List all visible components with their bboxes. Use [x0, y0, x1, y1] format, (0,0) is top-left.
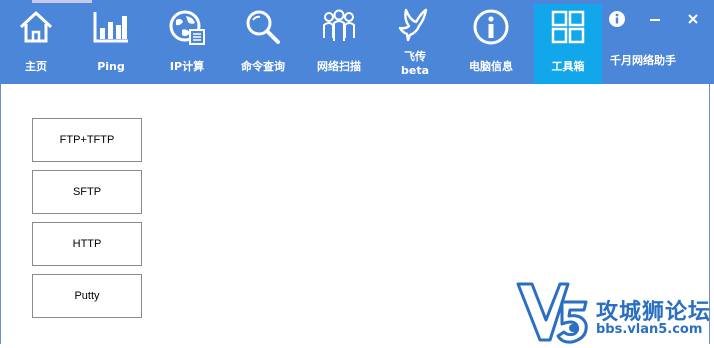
- toolbar-item-ping[interactable]: Ping: [79, 0, 143, 84]
- toolbar-label-computer-info: 电脑信息: [469, 60, 513, 73]
- minimize-icon[interactable]: [644, 10, 666, 32]
- putty-button[interactable]: Putty: [32, 274, 142, 318]
- ftp-tftp-button[interactable]: FTP+TFTP: [32, 118, 142, 162]
- toolbar-item-file-transfer[interactable]: 飞传 beta: [383, 0, 447, 84]
- dove-icon: [383, 4, 447, 44]
- people-icon: [307, 8, 371, 48]
- close-icon[interactable]: [682, 10, 704, 32]
- toolbar-label-file-transfer-line2: beta: [400, 64, 429, 77]
- info-icon[interactable]: [606, 10, 628, 32]
- sftp-button[interactable]: SFTP: [32, 170, 142, 214]
- toolbar-label-file-transfer: 飞传 beta: [383, 50, 447, 78]
- main-toolbar: 主页 Ping IP计算 命令查询 网络扫描 飞传 beta 电脑信息 工具箱 …: [0, 0, 714, 84]
- watermark-url: bbs.vlan5.com: [596, 322, 703, 337]
- home-icon: [4, 8, 68, 48]
- toolbar-item-toolbox[interactable]: 工具箱: [534, 4, 602, 84]
- http-button[interactable]: HTTP: [32, 222, 142, 266]
- v5-logo-icon: [516, 280, 592, 348]
- toolbar-label-toolbox: 工具箱: [551, 60, 585, 73]
- toolbar-label-network-scan: 网络扫描: [317, 60, 361, 73]
- toolbar-item-network-scan[interactable]: 网络扫描: [307, 0, 371, 84]
- toolbar-label-file-transfer-line1: 飞传: [404, 50, 426, 63]
- toolbar-item-home[interactable]: 主页: [4, 0, 68, 84]
- toolbar-item-ip-calc[interactable]: IP计算: [155, 0, 219, 84]
- toolbar-label-home: 主页: [25, 60, 47, 73]
- toolbar-label-ip-calc: IP计算: [169, 60, 205, 73]
- grid-icon: [534, 8, 602, 48]
- watermark: 攻城狮论坛 bbs.vlan5.com: [516, 280, 714, 344]
- app-window: 主页 Ping IP计算 命令查询 网络扫描 飞传 beta 电脑信息 工具箱 …: [0, 0, 714, 344]
- title-area: 千月网络助手: [604, 0, 714, 84]
- info-icon: [459, 8, 523, 48]
- bar-chart-icon: [79, 8, 143, 48]
- toolbar-item-command-lookup[interactable]: 命令查询: [231, 0, 295, 84]
- toolbar-label-ping: Ping: [97, 60, 125, 73]
- window-title: 千月网络助手: [610, 54, 676, 67]
- globe-icon: [155, 8, 219, 48]
- toolbar-item-computer-info[interactable]: 电脑信息: [459, 0, 523, 84]
- magnifier-icon: [231, 8, 295, 48]
- toolbar-label-command-lookup: 命令查询: [241, 60, 285, 73]
